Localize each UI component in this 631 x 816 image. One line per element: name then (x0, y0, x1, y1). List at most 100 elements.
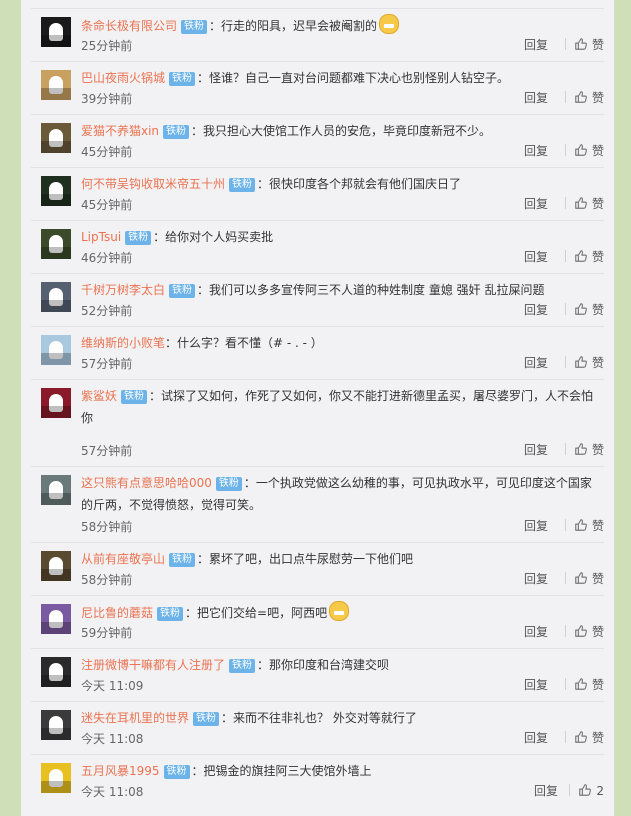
fan-badge[interactable]: 铁粉 (193, 712, 220, 726)
avatar[interactable] (41, 123, 71, 153)
like-label: 赞 (591, 625, 604, 639)
like-label: 赞 (591, 731, 604, 745)
reply-button[interactable]: 回复 (524, 516, 548, 536)
username-link[interactable]: 何不带吴钩收取米帝五十州 (81, 177, 225, 191)
fan-badge[interactable]: 铁粉 (163, 125, 190, 139)
reply-button[interactable]: 回复 (524, 353, 548, 373)
comment-actions: 回复 赞 (404, 194, 604, 214)
like-label: 赞 (591, 572, 604, 586)
like-button[interactable]: 赞 (557, 516, 604, 536)
reply-button[interactable]: 回复 (524, 622, 548, 642)
like-button[interactable]: 赞 (557, 728, 604, 748)
comment-row: 这只熊有点意思哈哈000 铁粉 ：一个执政党做这么幼稚的事，可见执政水平，可见印度这… (31, 466, 604, 543)
comment-text: ：很快印度各个邦就会有他们国庆日了 (257, 177, 462, 191)
fan-badge[interactable]: 铁粉 (163, 765, 190, 779)
avatar[interactable] (41, 335, 71, 365)
like-button[interactable]: 赞 (557, 35, 604, 55)
reply-button[interactable]: 回复 (524, 247, 548, 267)
username-link[interactable]: 爱猫不养猫xin (81, 124, 159, 138)
fan-badge[interactable]: 铁粉 (125, 231, 152, 245)
reply-button[interactable]: 回复 (524, 141, 548, 161)
thumbs-up-icon (575, 303, 587, 315)
comment-text-line: 五月风暴1995 铁粉 ：把锡金的旗挂阿三大使馆外墙上 (81, 760, 601, 782)
avatar[interactable] (41, 176, 71, 206)
comment-actions: 回复 赞 (404, 247, 604, 267)
comment-text: ：怪谁？自己一直对台问题都难下决心也别怪别人钻空子。 (197, 71, 510, 85)
like-button[interactable]: 赞 (557, 141, 604, 161)
reply-button[interactable]: 回复 (524, 35, 548, 55)
fan-badge[interactable]: 铁粉 (169, 553, 196, 567)
avatar[interactable] (41, 17, 71, 47)
avatar[interactable] (41, 282, 71, 312)
comment-text-line: 千树万树李太白 铁粉 ：我们可以多多宣传阿三不人道的种姓制度 童媳 强奸 乱拉屎问题 (81, 279, 601, 301)
like-button[interactable]: 赞 (557, 247, 604, 267)
like-button[interactable]: 赞 (557, 194, 604, 214)
reply-button[interactable]: 回复 (524, 440, 548, 460)
grin-emoji-icon (379, 14, 400, 34)
like-button[interactable]: 赞 (557, 300, 604, 320)
username-link[interactable]: 紫鲨妖 (81, 389, 117, 403)
username-link[interactable]: 条命长极有限公司 (81, 19, 177, 33)
like-button[interactable]: 赞 (557, 622, 604, 642)
like-label: 2 (596, 784, 604, 798)
avatar[interactable] (41, 229, 71, 259)
comment-text: ：给你对个人妈买卖批 (153, 230, 274, 244)
like-button[interactable]: 2 (561, 781, 604, 801)
fan-badge[interactable]: 铁粉 (229, 178, 256, 192)
comment-text-line: 从前有座敬亭山 铁粉 ：累坏了吧，出口点牛尿慰劳一下他们吧 (81, 548, 601, 570)
fan-badge[interactable]: 铁粉 (229, 659, 256, 673)
like-button[interactable]: 赞 (557, 88, 604, 108)
fan-badge[interactable]: 铁粉 (215, 477, 242, 491)
username-link[interactable]: 维纳斯的小败笔 (81, 336, 165, 350)
reply-button[interactable]: 回复 (534, 781, 558, 801)
fan-badge[interactable]: 铁粉 (121, 390, 148, 404)
username-link[interactable]: 注册微博干嘛都有人注册了 (81, 658, 225, 672)
avatar[interactable] (41, 710, 71, 740)
avatar[interactable] (41, 475, 71, 505)
like-label: 赞 (591, 678, 604, 692)
username-link[interactable]: 五月风暴1995 (81, 764, 160, 778)
reply-button[interactable]: 回复 (524, 300, 548, 320)
username-link[interactable]: 这只熊有点意思哈哈000 (81, 476, 212, 490)
avatar[interactable] (41, 70, 71, 100)
reply-button[interactable]: 回复 (524, 194, 548, 214)
username-link[interactable]: 尼比鲁的蘑菇 (81, 606, 153, 620)
reply-button[interactable]: 回复 (524, 675, 548, 695)
avatar[interactable] (41, 604, 71, 634)
fan-badge[interactable]: 铁粉 (169, 72, 196, 86)
reply-button[interactable]: 回复 (524, 728, 548, 748)
like-button[interactable]: 赞 (557, 353, 604, 373)
username-link[interactable]: LipTsui (81, 230, 121, 244)
fan-badge[interactable]: 铁粉 (169, 284, 196, 298)
avatar[interactable] (41, 388, 71, 418)
comment-actions: 回复 赞 (404, 88, 604, 108)
comment-text-line: 迷失在耳机里的世界 铁粉 ：来而不往非礼也？ 外交对等就行了 (81, 707, 601, 729)
reply-button[interactable]: 回复 (524, 88, 548, 108)
thumbs-up-icon (579, 784, 592, 796)
like-label: 赞 (591, 303, 604, 317)
thumbs-up-icon (575, 625, 587, 637)
comment-actions: 回复 赞 (404, 141, 604, 161)
reply-button[interactable]: 回复 (524, 569, 548, 589)
thumbs-up-icon (575, 250, 587, 262)
comment-text-line: 巴山夜雨火锅城 铁粉 ：怪谁？自己一直对台问题都难下决心也别怪别人钻空子。 (81, 67, 601, 89)
comment-actions: 回复 赞 (404, 516, 604, 536)
comment-row: 千树万树李太白 铁粉 ：我们可以多多宣传阿三不人道的种姓制度 童媳 强奸 乱拉屎问题… (31, 273, 604, 327)
avatar[interactable] (41, 551, 71, 581)
thumbs-up-icon (575, 572, 587, 584)
avatar[interactable] (41, 657, 71, 687)
username-link[interactable]: 从前有座敬亭山 (81, 552, 165, 566)
username-link[interactable]: 千树万树李太白 (81, 283, 165, 297)
fan-badge[interactable]: 铁粉 (181, 20, 208, 34)
like-button[interactable]: 赞 (557, 440, 604, 460)
like-label: 赞 (591, 519, 604, 533)
comment-text-line: 维纳斯的小败笔：什么字？看不懂（# - . - ） (81, 332, 601, 354)
like-button[interactable]: 赞 (557, 675, 604, 695)
username-link[interactable]: 巴山夜雨火锅城 (81, 71, 165, 85)
avatar[interactable] (41, 763, 71, 793)
comment-text: ：行走的阳具，迟早会被阉割的 (209, 19, 378, 33)
fan-badge[interactable]: 铁粉 (157, 607, 184, 621)
comment-text: ：试探了又如何，作死了又如何，你又不能打进新德里孟买，屠尽婆罗门，人不会怕你 (81, 389, 594, 425)
like-button[interactable]: 赞 (557, 569, 604, 589)
username-link[interactable]: 迷失在耳机里的世界 (81, 711, 189, 725)
